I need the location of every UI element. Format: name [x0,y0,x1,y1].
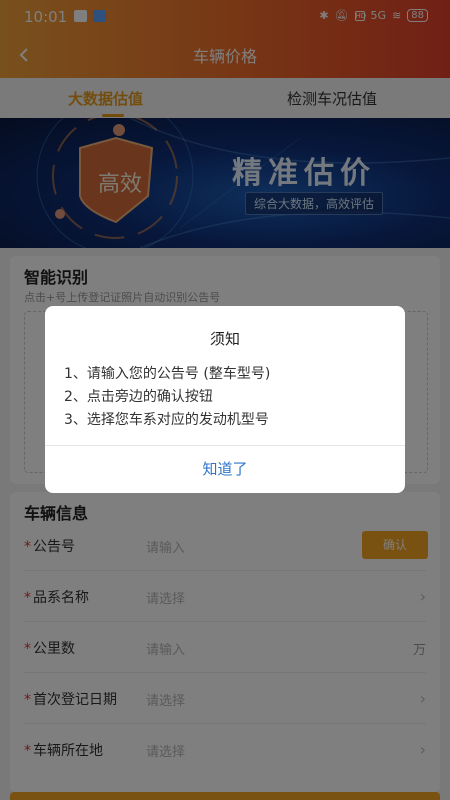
dialog-content: 1、请输入您的公告号 (整车型号) 2、点击旁边的确认按钮 3、选择您车系对应的… [64,363,270,432]
dialog-title: 须知 [209,330,240,348]
notice-dialog: 须知 1、请输入您的公告号 (整车型号) 2、点击旁边的确认按钮 3、选择您车系… [45,306,405,493]
dialog-line: 1、请输入您的公告号 (整车型号) [64,366,271,382]
got-it-button[interactable]: 知道了 [45,446,405,493]
dialog-line: 3、选择您车系对应的发动机型号 [64,412,269,428]
dialog-line: 2、点击旁边的确认按钮 [64,389,213,405]
